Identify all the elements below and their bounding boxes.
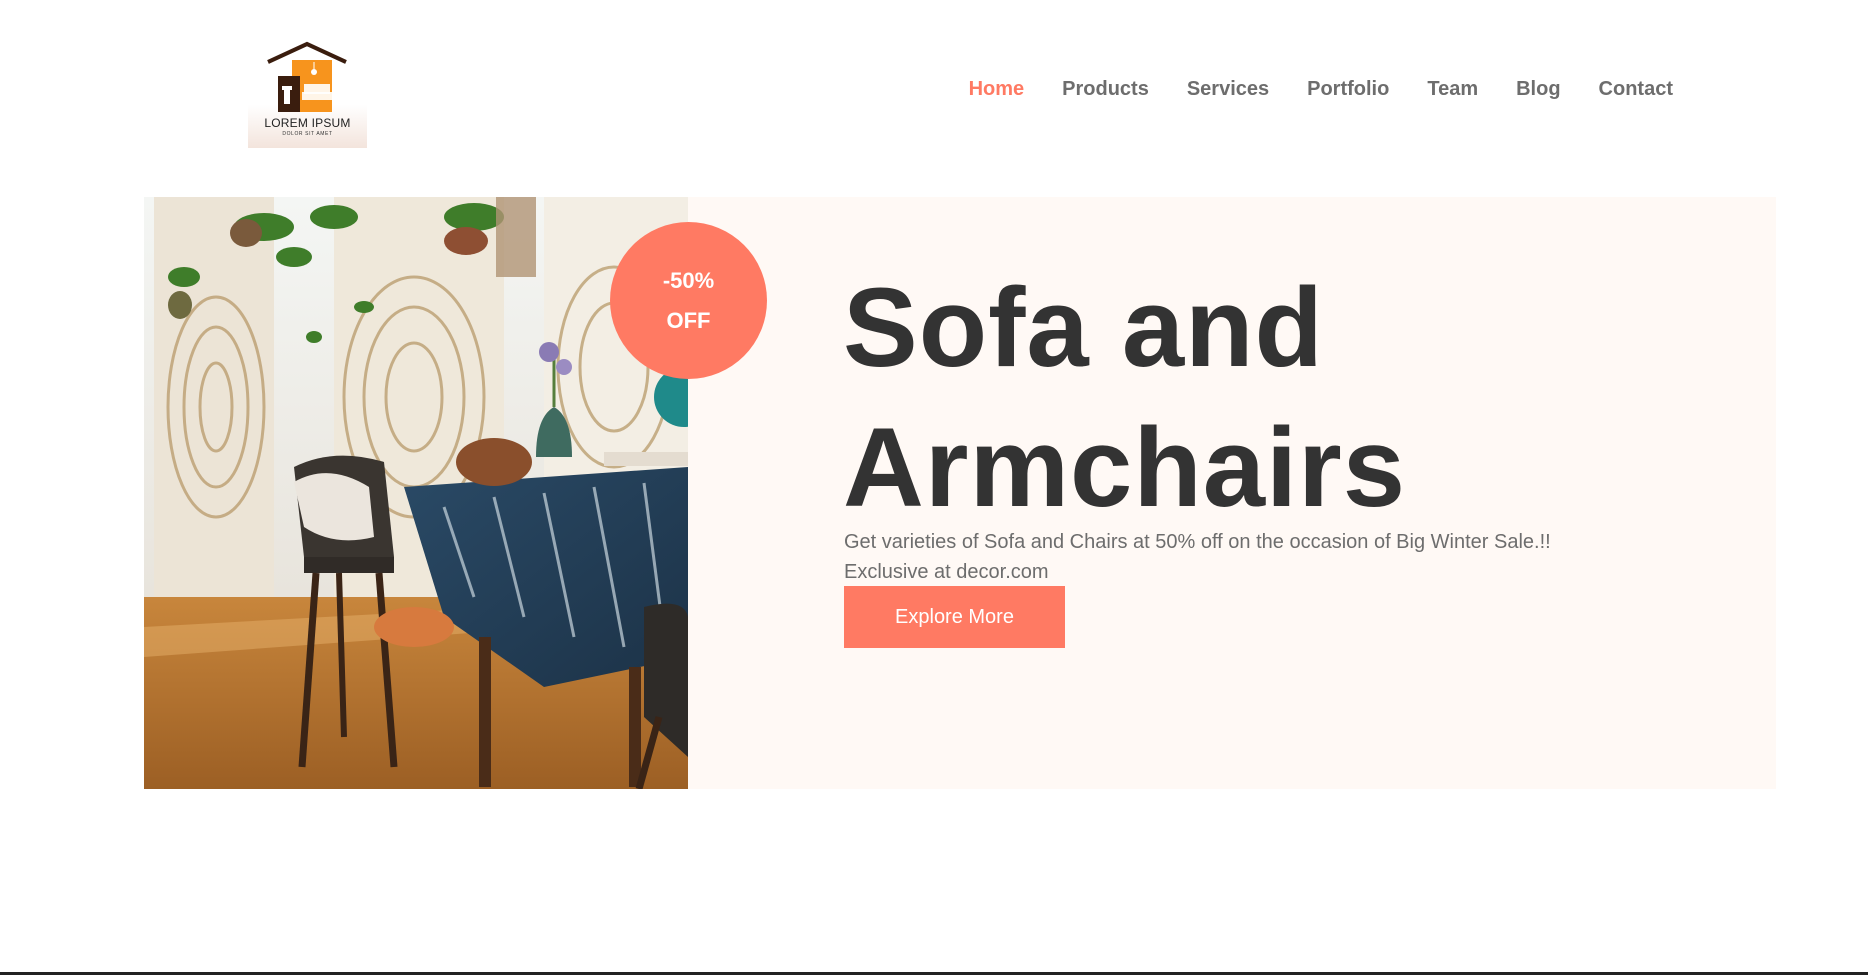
badge-off: OFF — [666, 307, 711, 333]
hero-title: Sofa and Armchairs — [843, 258, 1643, 538]
house-furniture-logo-icon — [267, 41, 347, 112]
discount-badge: -50% OFF — [610, 222, 767, 379]
hero-description-line1: Get varieties of Sofa and Chairs at 50% … — [844, 531, 1551, 553]
site-header: LOREM IPSUM DOLOR SIT AMET Home Products… — [0, 0, 1868, 170]
badge-percent: -50% — [662, 267, 715, 293]
nav-item-portfolio[interactable]: Portfolio — [1307, 78, 1389, 101]
nav-item-team[interactable]: Team — [1427, 78, 1478, 101]
logo-text: LOREM IPSUM — [264, 116, 351, 130]
nav-item-contact[interactable]: Contact — [1599, 78, 1673, 101]
main-nav: Home Products Services Portfolio Team Bl… — [931, 78, 1673, 101]
nav-item-home[interactable]: Home — [969, 78, 1025, 101]
brand-logo[interactable]: LOREM IPSUM DOLOR SIT AMET — [248, 40, 367, 148]
logo-subtext: DOLOR SIT AMET — [282, 131, 333, 137]
explore-more-button[interactable]: Explore More — [844, 586, 1065, 648]
hero-description: Get varieties of Sofa and Chairs at 50% … — [844, 527, 1604, 587]
hero-description-line2: Exclusive at decor.com — [844, 561, 1049, 583]
hero-title-line2: Armchairs — [843, 405, 1407, 530]
nav-item-blog[interactable]: Blog — [1516, 78, 1560, 101]
boho-dining-room-photo — [144, 197, 688, 789]
nav-item-products[interactable]: Products — [1062, 78, 1149, 101]
hero-title-line1: Sofa and — [843, 265, 1324, 390]
nav-item-services[interactable]: Services — [1187, 78, 1269, 101]
